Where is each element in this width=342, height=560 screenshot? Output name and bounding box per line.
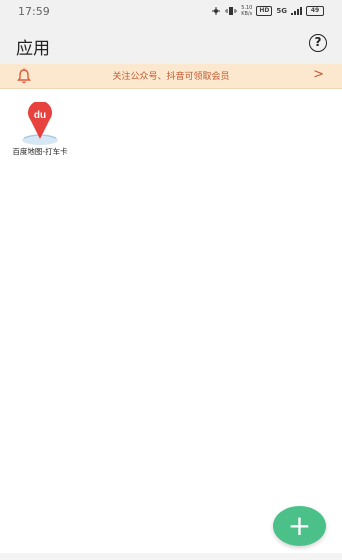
status-icons: 5.10 KB/s HD 5G 49	[211, 5, 324, 17]
app-logo-text: du	[34, 110, 46, 121]
vibrate-icon	[225, 7, 238, 15]
app-item[interactable]: du 百度地图-打车卡	[5, 102, 75, 157]
battery-icon: 49	[306, 6, 324, 16]
battery-level: 49	[310, 7, 320, 14]
status-time: 17:59	[18, 5, 50, 18]
baidu-map-icon: du	[22, 102, 58, 145]
help-icon[interactable]: ?	[309, 34, 327, 52]
add-button[interactable]: +	[273, 506, 326, 546]
chevron-right-icon: >	[313, 67, 324, 82]
network-speed: 5.10 KB/s	[241, 5, 252, 17]
bottom-edge	[0, 553, 342, 560]
app-label: 百度地图-打车卡	[12, 147, 68, 156]
signal-icon	[291, 7, 302, 15]
hd-badge: HD	[256, 6, 273, 16]
speed-unit: KB/s	[241, 11, 253, 17]
app-header: 应用 ?	[0, 24, 342, 64]
status-bar: 17:59 5.10 KB/s HD 5G 49	[0, 0, 342, 24]
nfc-icon	[212, 7, 221, 15]
notice-banner[interactable]: 关注公众号、抖音可领取会员 >	[0, 64, 342, 89]
notice-text: 关注公众号、抖音可领取会员	[112, 72, 230, 82]
network-type: 5G	[276, 7, 287, 15]
page-title: 应用	[16, 39, 50, 59]
plus-icon: +	[287, 509, 312, 542]
